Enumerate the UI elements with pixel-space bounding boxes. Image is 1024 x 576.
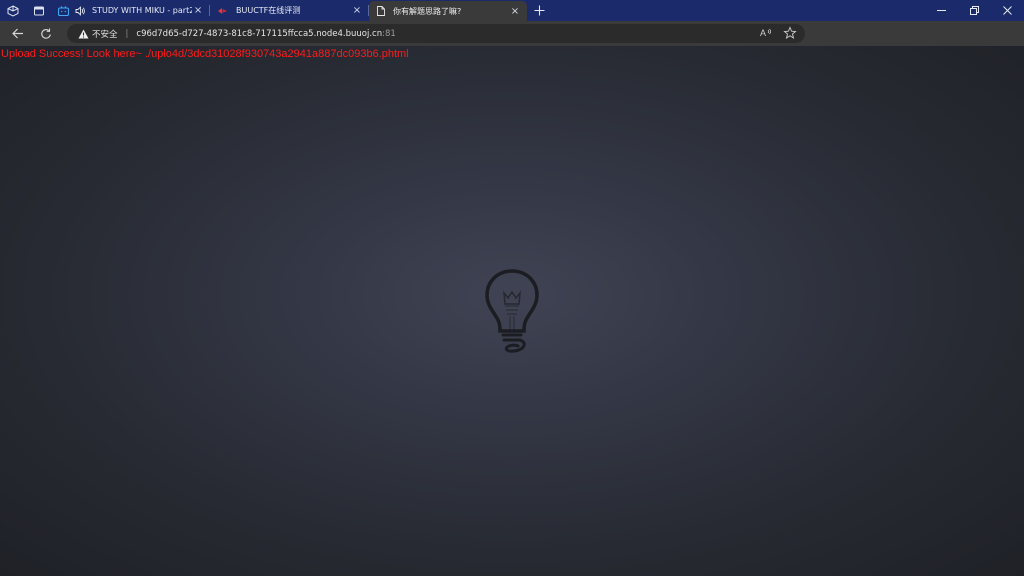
warning-triangle-icon <box>78 29 89 38</box>
new-tab-button[interactable] <box>527 0 551 21</box>
restore-icon <box>970 6 979 15</box>
minimize-icon <box>937 10 946 11</box>
security-label: 不安全 <box>92 29 118 40</box>
address-bar-actions: A <box>759 26 797 40</box>
minimize-button[interactable] <box>925 0 958 21</box>
page-content: Upload Success! Look here~ ./uplo4d/3dcd… <box>0 46 1024 576</box>
upload-success-message: Upload Success! Look here~ ./uplo4d/3dcd… <box>1 48 409 60</box>
audio-playing-icon[interactable] <box>75 5 86 16</box>
favorite-button[interactable] <box>783 26 797 40</box>
tab-current-page[interactable]: 你有解题思路了嘛? × <box>369 1 527 21</box>
star-icon <box>783 26 797 39</box>
tab-buuctf[interactable]: BUUCTF在线评测 × <box>210 0 369 21</box>
lightbulb-icon <box>484 268 540 358</box>
window-controls <box>925 0 1024 21</box>
read-aloud-icon: A <box>760 28 772 38</box>
tab-bar: STUDY WITH MIKU - part2 × BUUCTF在线评测 × 你… <box>0 0 1024 21</box>
site-security-indicator[interactable]: 不安全 <box>78 28 118 40</box>
restore-button[interactable] <box>958 0 991 21</box>
tab-title: 你有解题思路了嘛? <box>393 6 462 16</box>
back-button[interactable] <box>4 21 32 46</box>
close-tab-icon[interactable]: × <box>509 5 521 17</box>
back-arrow-icon <box>12 28 23 39</box>
tab-study-with-miku[interactable]: STUDY WITH MIKU - part2 × <box>52 0 210 21</box>
svg-text:A: A <box>760 28 766 38</box>
buuctf-favicon <box>218 7 227 14</box>
refresh-icon <box>41 28 51 39</box>
url-host: c96d7d65-d727-4873-81c8-717115ffcca5.nod… <box>136 28 383 39</box>
plus-icon <box>534 5 544 16</box>
browser-toolbar: 不安全 | c96d7d65-d727-4873-81c8-717115ffcc… <box>0 21 1024 62</box>
address-bar[interactable]: 不安全 | c96d7d65-d727-4873-81c8-717115ffcc… <box>67 24 805 43</box>
read-aloud-button[interactable]: A <box>759 26 773 40</box>
workspaces-icon[interactable] <box>0 0 26 21</box>
close-window-button[interactable] <box>991 0 1024 21</box>
tab-actions-icon[interactable] <box>26 0 52 21</box>
address-divider: | <box>125 28 129 39</box>
document-icon <box>377 6 385 16</box>
tab-title: BUUCTF在线评测 <box>236 6 301 15</box>
bilibili-tv-icon <box>58 5 69 16</box>
tab-title: STUDY WITH MIKU - part2 <box>92 6 193 15</box>
refresh-button[interactable] <box>32 21 60 46</box>
close-tab-icon[interactable]: × <box>351 5 363 17</box>
url-port: :81 <box>382 28 396 39</box>
close-tab-icon[interactable]: × <box>192 5 204 17</box>
close-icon <box>1003 6 1012 15</box>
